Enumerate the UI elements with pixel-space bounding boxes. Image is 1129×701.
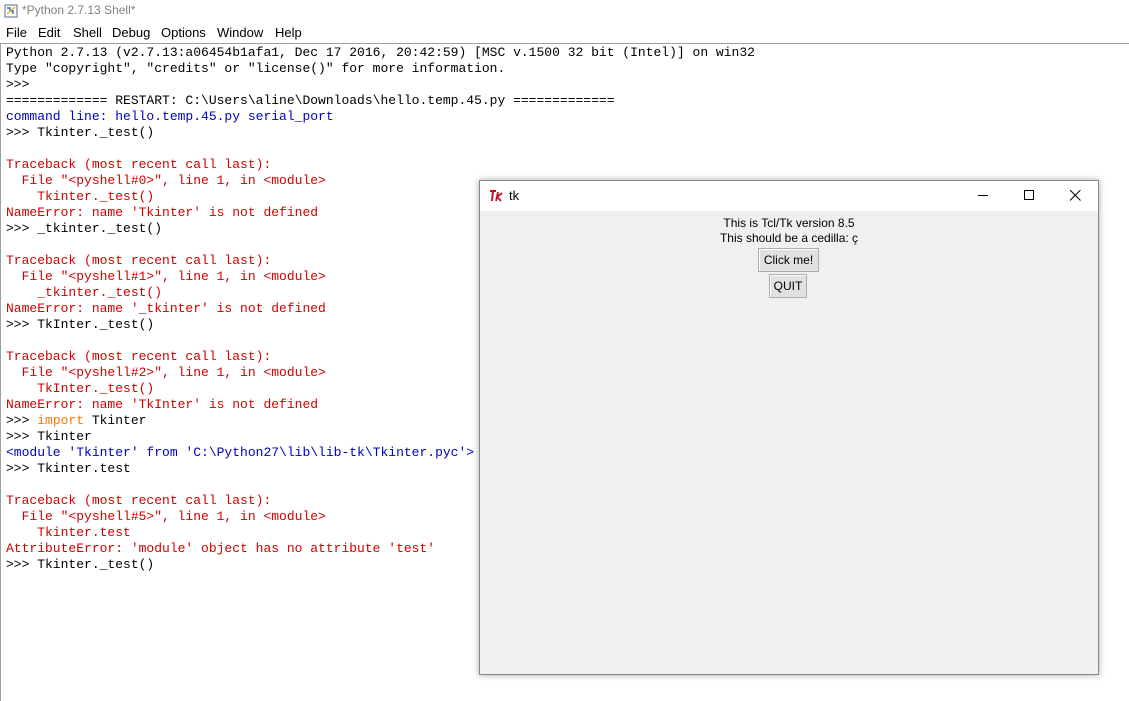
shell-text-segment: >>> bbox=[6, 77, 38, 92]
minimize-icon bbox=[978, 195, 988, 196]
shell-line: Python 2.7.13 (v2.7.13:a06454b1afa1, Dec… bbox=[6, 45, 1124, 61]
cedilla-label: This should be a cedilla: ç bbox=[719, 231, 859, 245]
tk-titlebar[interactable]: tk bbox=[480, 181, 1098, 211]
minimize-button[interactable] bbox=[961, 181, 1007, 211]
menu-shell[interactable]: Shell bbox=[73, 25, 102, 40]
shell-text-segment: NameError: name '_tkinter' is not define… bbox=[6, 301, 326, 316]
shell-text-segment: >>> bbox=[6, 413, 38, 428]
menu-debug[interactable]: Debug bbox=[112, 25, 150, 40]
shell-text-segment: Tkinter._test() bbox=[6, 189, 155, 204]
shell-text-segment: NameError: name 'Tkinter' is not defined bbox=[6, 205, 319, 220]
shell-text-segment: >>> _tkinter._test() bbox=[6, 221, 163, 236]
tk-feather-icon bbox=[490, 190, 503, 202]
shell-text-segment: >>> Tkinter._test() bbox=[6, 125, 155, 140]
shell-text-segment: <module 'Tkinter' from 'C:\Python27\lib\… bbox=[6, 445, 475, 460]
shell-left-border bbox=[0, 44, 1, 701]
tk-window[interactable]: tk This is Tcl/Tk version 8.5 This shoul… bbox=[479, 180, 1099, 675]
window-title: *Python 2.7.13 Shell* bbox=[22, 3, 136, 17]
close-icon bbox=[1070, 190, 1081, 201]
shell-text-segment: Python 2.7.13 (v2.7.13:a06454b1afa1, Dec… bbox=[6, 45, 755, 60]
close-button[interactable] bbox=[1053, 181, 1099, 211]
shell-line: >>> bbox=[6, 77, 1124, 93]
shell-line: Type "copyright", "credits" or "license(… bbox=[6, 61, 1124, 77]
shell-text-segment: Tkinter bbox=[84, 413, 147, 428]
menu-file[interactable]: File bbox=[6, 25, 27, 40]
shell-titlebar[interactable]: *Python 2.7.13 Shell* bbox=[0, 0, 1129, 22]
shell-text-segment: Type "copyright", "credits" or "license(… bbox=[6, 61, 506, 76]
python-idle-icon bbox=[4, 4, 18, 18]
click-me-button[interactable]: Click me! bbox=[758, 248, 819, 272]
tk-window-title: tk bbox=[509, 188, 520, 203]
tk-version-label: This is Tcl/Tk version 8.5 bbox=[723, 216, 855, 230]
shell-text-segment: File "<pyshell#5>", line 1, in <module> bbox=[6, 509, 326, 524]
shell-text-segment: File "<pyshell#2>", line 1, in <module> bbox=[6, 365, 326, 380]
shell-text-segment: >>> TkInter._test() bbox=[6, 317, 155, 332]
shell-text-segment: ============= RESTART: C:\Users\aline\Do… bbox=[6, 93, 615, 108]
shell-text-segment: command line: hello.temp.45.py serial_po… bbox=[6, 109, 334, 124]
shell-text-segment: NameError: name 'TkInter' is not defined bbox=[6, 397, 319, 412]
shell-line: command line: hello.temp.45.py serial_po… bbox=[6, 109, 1124, 125]
shell-line: Traceback (most recent call last): bbox=[6, 157, 1124, 173]
shell-text-segment: AttributeError: 'module' object has no a… bbox=[6, 541, 436, 556]
shell-text-segment: Tkinter.test bbox=[6, 525, 131, 540]
shell-text-segment: >>> Tkinter bbox=[6, 429, 92, 444]
shell-text-segment: >>> Tkinter._test() bbox=[6, 557, 155, 572]
menu-options[interactable]: Options bbox=[161, 25, 206, 40]
menu-bar: File Edit Shell Debug Options Window Hel… bbox=[0, 23, 1129, 43]
shell-text-segment: File "<pyshell#0>", line 1, in <module> bbox=[6, 173, 326, 188]
quit-button[interactable]: QUIT bbox=[769, 274, 807, 298]
menu-help[interactable]: Help bbox=[275, 25, 302, 40]
menubar-divider bbox=[0, 43, 1129, 44]
shell-text-segment: File "<pyshell#1>", line 1, in <module> bbox=[6, 269, 326, 284]
shell-text-segment: Traceback (most recent call last): bbox=[6, 493, 272, 508]
shell-line: ============= RESTART: C:\Users\aline\Do… bbox=[6, 93, 1124, 109]
shell-text-segment: Traceback (most recent call last): bbox=[6, 349, 272, 364]
maximize-button[interactable] bbox=[1007, 181, 1053, 211]
shell-text-segment: import bbox=[37, 413, 85, 428]
shell-line: >>> Tkinter._test() bbox=[6, 125, 1124, 141]
tk-window-body: This is Tcl/Tk version 8.5 This should b… bbox=[480, 211, 1098, 674]
shell-text-segment: Traceback (most recent call last): bbox=[6, 157, 272, 172]
menu-edit[interactable]: Edit bbox=[38, 25, 60, 40]
maximize-icon bbox=[1024, 190, 1034, 200]
menu-window[interactable]: Window bbox=[217, 25, 263, 40]
shell-text-segment: TkInter._test() bbox=[6, 381, 155, 396]
shell-text-segment: _tkinter._test() bbox=[6, 285, 163, 300]
shell-text-segment: >>> Tkinter.test bbox=[6, 461, 131, 476]
shell-text-segment: Traceback (most recent call last): bbox=[6, 253, 272, 268]
